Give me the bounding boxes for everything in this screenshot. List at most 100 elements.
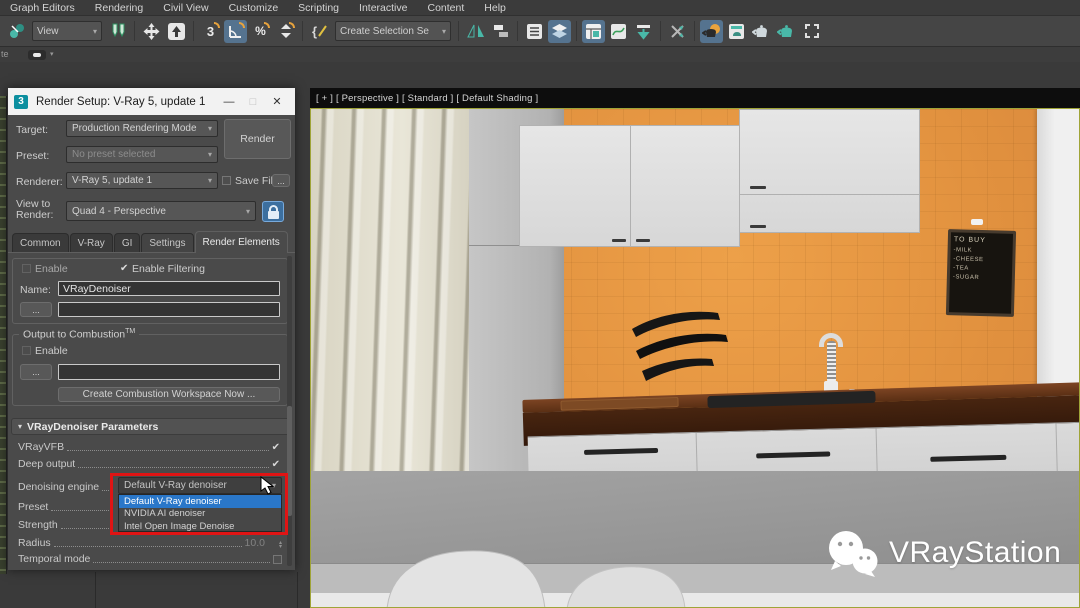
close-button[interactable]: ✕ xyxy=(265,92,289,112)
renderer-label: Renderer: xyxy=(16,176,63,188)
tab-render-elements[interactable]: Render Elements xyxy=(195,231,288,253)
layer-explorer-icon[interactable] xyxy=(548,20,571,43)
ribbon-toggle-icon[interactable] xyxy=(582,20,605,43)
target-dropdown[interactable]: Production Rendering Mode ▾ xyxy=(66,120,218,137)
drawer-handle xyxy=(584,448,658,455)
crossing-arrows-icon[interactable] xyxy=(666,20,689,43)
panel-icon[interactable] xyxy=(28,50,46,60)
wechat-logo-icon xyxy=(825,529,881,577)
combustion-browse-button[interactable]: ... xyxy=(20,364,52,380)
scene-explorer-icon[interactable] xyxy=(523,20,546,43)
save-file-checkbox[interactable] xyxy=(222,176,231,185)
angle-snap-toggle-icon[interactable] xyxy=(224,20,247,43)
name-label: Name: xyxy=(20,284,51,296)
magnet-hook-icon xyxy=(214,22,220,28)
view-to-render-dropdown[interactable]: Quad 4 - Perspective ▾ xyxy=(66,201,256,221)
combustion-enable-checkbox[interactable] xyxy=(22,346,31,355)
menu-interactive[interactable]: Interactive xyxy=(349,2,417,14)
render-button[interactable]: Render xyxy=(224,119,291,159)
scene-view[interactable]: TO BUY -MILK -CHEESE -TEA -SUGAR xyxy=(310,108,1080,608)
select-and-place-icon[interactable] xyxy=(165,20,188,43)
activeshade-icon[interactable] xyxy=(775,20,798,43)
blackboard-item: -SUGAR xyxy=(953,273,1009,283)
menu-graph-editors[interactable]: Graph Editors xyxy=(0,2,85,14)
radius-spinner[interactable]: ▴▾ xyxy=(279,541,282,549)
menu-help[interactable]: Help xyxy=(474,2,516,14)
create-combustion-workspace-button[interactable]: Create Combustion Workspace Now ... xyxy=(58,387,280,402)
menu-rendering[interactable]: Rendering xyxy=(85,2,153,14)
renderer-value: V-Ray 5, update 1 xyxy=(72,175,152,186)
lock-view-button[interactable] xyxy=(262,201,284,222)
menu-civil-view[interactable]: Civil View xyxy=(153,2,218,14)
toolbar-separator xyxy=(193,21,194,41)
mirror-icon[interactable] xyxy=(464,20,487,43)
menu-content[interactable]: Content xyxy=(417,2,474,14)
option-intel-open-image-denoise[interactable]: Intel Open Image Denoise xyxy=(119,520,281,533)
select-and-move-icon[interactable] xyxy=(140,20,163,43)
vrayvfb-check-icon[interactable]: ✔ xyxy=(272,442,280,453)
vraydenoiser-rollout-header[interactable]: ▾ VRayDenoiser Parameters xyxy=(11,418,291,435)
named-selection-sets-icon[interactable]: { xyxy=(308,20,331,43)
schematic-view-icon[interactable] xyxy=(632,20,655,43)
view-dropdown-value: View xyxy=(37,26,59,37)
toolbar-separator xyxy=(134,21,135,41)
menu-customize[interactable]: Customize xyxy=(219,2,289,14)
menu-scripting[interactable]: Scripting xyxy=(288,2,349,14)
drawer-handle xyxy=(756,451,830,458)
drawer-handle xyxy=(930,455,1006,462)
render-setup-icon[interactable] xyxy=(700,20,723,43)
preset-dropdown[interactable]: No preset selected ▾ xyxy=(66,146,218,163)
option-nvidia-ai-denoiser[interactable]: NVIDIA AI denoiser xyxy=(119,508,281,521)
tab-vray[interactable]: V-Ray xyxy=(70,233,113,253)
viewport-divider-line xyxy=(297,572,298,608)
maximize-button[interactable]: □ xyxy=(241,92,265,112)
align-icon[interactable] xyxy=(489,20,512,43)
combustion-path-field[interactable] xyxy=(58,364,280,380)
secondary-bar: te ▾ xyxy=(0,47,1080,62)
name-field[interactable]: VRayDenoiser xyxy=(58,281,280,296)
render-production-icon[interactable] xyxy=(750,20,773,43)
upper-cabinet-left xyxy=(519,125,740,247)
panel-scrollbar[interactable] xyxy=(287,256,292,566)
view-dropdown[interactable]: View ▾ xyxy=(32,21,102,41)
element-path-field[interactable] xyxy=(58,302,280,317)
pivot-pins-icon[interactable] xyxy=(106,20,129,43)
minimize-button[interactable]: — xyxy=(217,92,241,112)
param-label: Strength xyxy=(18,519,58,531)
radius-value[interactable]: 10.0 xyxy=(245,537,265,549)
dialog-title-bar[interactable]: 3 Render Setup: V-Ray 5, update 1 — □ ✕ xyxy=(8,88,295,115)
chevron-down-icon: ▾ xyxy=(242,207,250,216)
chevron-down-icon[interactable]: ▾ xyxy=(50,50,54,58)
save-file-browse-button[interactable]: ... xyxy=(272,174,290,187)
curve-editor-icon[interactable] xyxy=(607,20,630,43)
state-sets-grid-icon[interactable] xyxy=(800,20,823,43)
toolbar-separator xyxy=(576,21,577,41)
tab-common[interactable]: Common xyxy=(12,233,69,253)
option-default-vray-denoiser[interactable]: Default V-Ray denoiser xyxy=(119,495,281,508)
viewport-label[interactable]: [ + ] [ Perspective ] [ Standard ] [ Def… xyxy=(310,88,1080,108)
percent-snap-icon[interactable]: % xyxy=(249,20,272,43)
denoising-engine-dropdown[interactable]: Default V-Ray denoiser ▾ xyxy=(118,477,282,494)
rollout-arrow-icon: ▾ xyxy=(18,422,22,431)
perspective-viewport[interactable]: [ + ] [ Perspective ] [ Standard ] [ Def… xyxy=(310,88,1080,608)
target-value: Production Rendering Mode xyxy=(72,123,197,134)
rendered-frame-window-icon[interactable] xyxy=(725,20,748,43)
param-row-temporal-mode: Temporal mode xyxy=(18,552,282,565)
param-row-radius: Radius 10.0 ▴▾ xyxy=(18,536,282,549)
dialog-tabs: Common V-Ray GI Settings Render Elements xyxy=(12,232,289,253)
param-label: Radius xyxy=(18,537,51,549)
element-browse-button[interactable]: ... xyxy=(20,302,52,317)
snaps-toggle-3d-icon[interactable]: 3 xyxy=(199,20,222,43)
select-and-link-icon[interactable] xyxy=(5,20,28,43)
spinner-snap-icon[interactable] xyxy=(274,20,297,43)
enable-filtering-check-icon[interactable]: ✔ xyxy=(120,264,128,274)
selection-set-dropdown[interactable]: Create Selection Se ▾ xyxy=(335,21,451,41)
enable-checkbox[interactable] xyxy=(22,264,31,273)
renderer-dropdown[interactable]: V-Ray 5, update 1 ▾ xyxy=(66,172,218,189)
tab-gi[interactable]: GI xyxy=(114,233,141,253)
deep-output-check-icon[interactable]: ✔ xyxy=(272,459,280,470)
temporal-mode-checkbox[interactable] xyxy=(273,555,282,564)
toolbar-separator xyxy=(302,21,303,41)
toolbar-separator xyxy=(694,21,695,41)
tab-settings[interactable]: Settings xyxy=(141,233,193,253)
